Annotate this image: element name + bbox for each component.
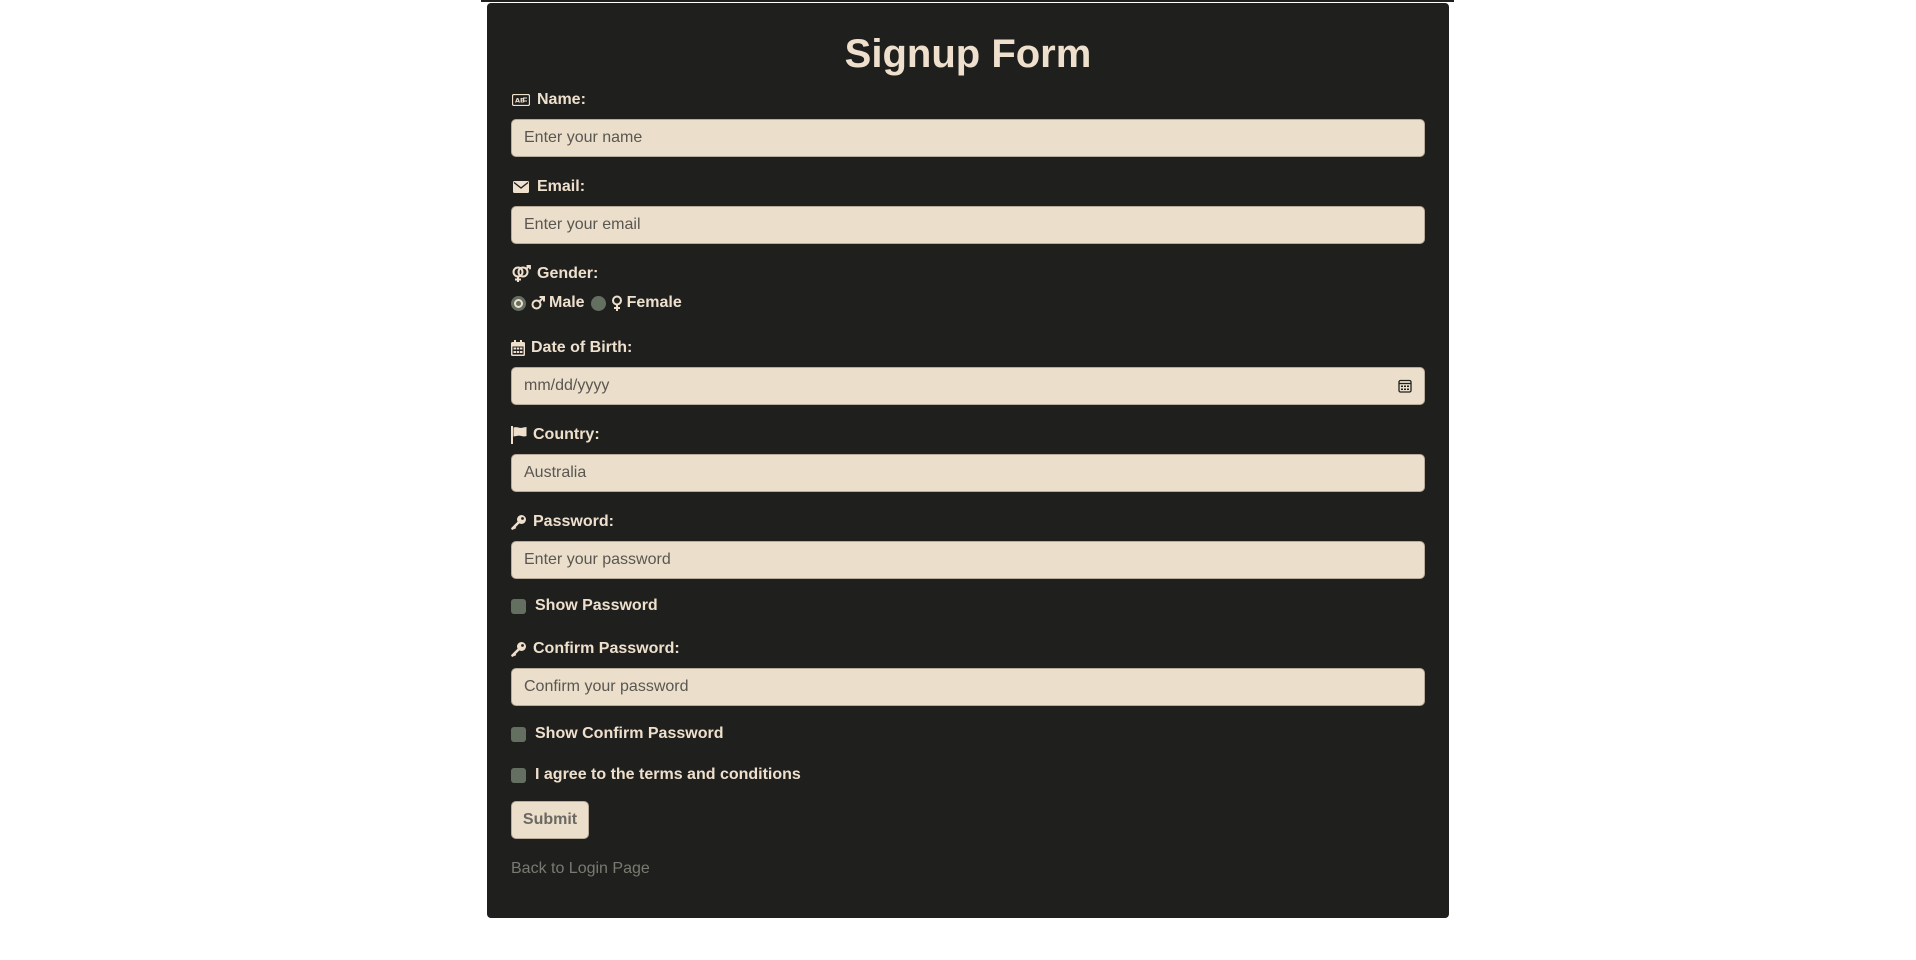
show-password-label: Show Password: [535, 597, 658, 614]
gender-option-male: Male: [549, 294, 585, 311]
name-label-row: AB Name:: [511, 90, 1425, 110]
show-password-row[interactable]: Show Password: [511, 596, 658, 616]
show-confirm-password-row[interactable]: Show Confirm Password: [511, 724, 723, 744]
back-to-login-link[interactable]: Back to Login Page: [511, 860, 650, 878]
gender-label-row: Gender:: [511, 264, 1425, 284]
envelope-icon: [511, 178, 531, 196]
country-input[interactable]: Australia: [511, 454, 1425, 492]
mars-icon: [531, 296, 545, 310]
dob-label: Date of Birth:: [531, 339, 633, 356]
confirm-password-input[interactable]: Confirm your password: [511, 668, 1425, 706]
gender-option-female: Female: [626, 294, 682, 311]
country-label: Country:: [533, 426, 600, 443]
confirm-password-label: Confirm Password:: [533, 640, 680, 657]
venus-mars-icon: [511, 265, 531, 283]
confirm-password-label-row: Confirm Password:: [511, 639, 1425, 659]
show-password-checkbox[interactable]: [511, 598, 526, 614]
email-group: Email: Enter your email: [511, 177, 1425, 244]
confirm-password-group: Confirm Password: Confirm your password: [511, 639, 1425, 706]
dob-label-row: Date of Birth:: [511, 338, 1425, 358]
name-group: AB Name: Enter your name: [511, 90, 1425, 157]
password-input[interactable]: Enter your password: [511, 541, 1425, 579]
signup-card: Signup Form AB Name: Enter your name Ema…: [487, 3, 1449, 918]
gender-radio-male[interactable]: [511, 295, 526, 311]
terms-label: I agree to the terms and conditions: [535, 766, 801, 783]
key-icon: [511, 640, 527, 658]
flag-icon: [511, 426, 527, 444]
dob-input[interactable]: mm/dd/yyyy: [511, 367, 1425, 405]
gender-group: Gender: Male Female: [511, 264, 1425, 312]
key-icon: [511, 513, 527, 531]
gender-label: Gender:: [537, 265, 599, 282]
page-title: Signup Form: [844, 32, 1092, 76]
calendar-picker-icon[interactable]: [1398, 379, 1412, 393]
venus-icon: [611, 295, 623, 311]
name-input[interactable]: Enter your name: [511, 119, 1425, 157]
terms-row[interactable]: I agree to the terms and conditions: [511, 765, 801, 785]
id-card-icon: AB: [511, 91, 531, 109]
dob-placeholder: mm/dd/yyyy: [524, 377, 610, 394]
country-group: Country: Australia: [511, 425, 1425, 492]
show-confirm-password-checkbox[interactable]: [511, 726, 526, 742]
submit-button[interactable]: Submit: [511, 801, 589, 839]
password-label: Password:: [533, 513, 614, 530]
calendar-icon: [511, 339, 525, 357]
name-label: Name:: [537, 91, 586, 108]
country-label-row: Country:: [511, 425, 1425, 445]
email-label: Email:: [537, 178, 586, 195]
terms-checkbox[interactable]: [511, 767, 526, 783]
password-group: Password: Enter your password: [511, 512, 1425, 579]
gender-radio-group: Male Female: [511, 294, 1425, 312]
dob-group: Date of Birth: mm/dd/yyyy: [511, 338, 1425, 405]
gender-radio-female[interactable]: [590, 295, 606, 311]
show-confirm-password-label: Show Confirm Password: [535, 725, 724, 742]
top-border-line: [481, 0, 1454, 2]
password-label-row: Password:: [511, 512, 1425, 532]
email-input[interactable]: Enter your email: [511, 206, 1425, 244]
email-label-row: Email:: [511, 177, 1425, 197]
